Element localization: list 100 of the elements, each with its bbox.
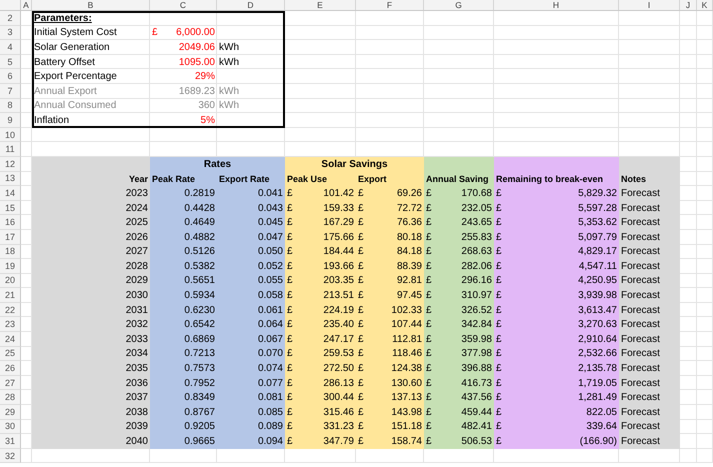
column-header[interactable]: A [21, 0, 32, 10]
table-cell: £ 76.36 [356, 215, 424, 230]
table-cell: £ 1,719.05 [494, 376, 619, 390]
row-number[interactable]: 7 [0, 84, 21, 99]
column-header[interactable]: K [697, 0, 713, 10]
table-cell: 0.094 [217, 434, 285, 449]
row-number[interactable]: 18 [0, 244, 21, 260]
column-heading: Export [356, 172, 424, 186]
table-cell: £ 124.38 [356, 361, 424, 376]
table-cell: £ 88.39 [356, 259, 424, 274]
table-cell: £ 193.66 [285, 259, 356, 274]
table-cell: £ 339.64 [494, 420, 619, 434]
row-number[interactable]: 9 [0, 113, 21, 128]
row-number[interactable]: 29 [0, 405, 21, 420]
table-cell: 2025 [32, 215, 150, 230]
column-header[interactable]: E [285, 0, 356, 10]
table-cell: £ 97.45 [356, 288, 424, 303]
table-cell: 0.047 [217, 230, 285, 244]
row-number[interactable]: 28 [0, 390, 21, 406]
section-title: Parameters: [33, 12, 93, 26]
column-header[interactable]: B [32, 0, 150, 10]
table-cell: £ 175.66 [285, 230, 356, 244]
column-header[interactable]: J [680, 0, 697, 10]
row-number[interactable]: 20 [0, 274, 21, 288]
row-number[interactable]: 21 [0, 288, 21, 303]
row-number[interactable]: 15 [0, 200, 21, 216]
table-cell: £ 347.79 [285, 434, 356, 449]
table-cell: 2026 [32, 230, 150, 244]
parameter-value: 1689.23 [178, 84, 216, 99]
row-number[interactable]: 25 [0, 346, 21, 362]
row-number[interactable]: 5 [0, 54, 21, 70]
table-cell: £ 130.60 [356, 376, 424, 390]
table-cell: 2023 [32, 186, 150, 201]
row-number[interactable]: 22 [0, 302, 21, 318]
parameter-value: 5% [200, 114, 216, 128]
row-number[interactable]: 30 [0, 420, 21, 434]
table-cell: 0.8767 [150, 405, 217, 420]
table-cell: £ 4,547.11 [494, 259, 619, 274]
column-header[interactable]: F [356, 0, 424, 10]
table-cell: £ 286.13 [285, 376, 356, 390]
table-cell: £ 396.88 [424, 361, 494, 376]
row-number[interactable]: 12 [0, 156, 21, 172]
row-number[interactable]: 19 [0, 259, 21, 274]
row-number[interactable]: 26 [0, 361, 21, 376]
table-cell: £ 300.44 [285, 390, 356, 406]
row-number[interactable]: 27 [0, 376, 21, 390]
column-header[interactable]: H [494, 0, 619, 10]
table-cell: £ 72.72 [356, 200, 424, 216]
row-number[interactable]: 14 [0, 186, 21, 201]
parameter-label: Inflation [33, 114, 70, 128]
table-cell: 0.055 [217, 274, 285, 288]
table-cell: Forecast [619, 420, 680, 434]
table-cell: 2040 [32, 434, 150, 449]
table-cell: £ 259.53 [285, 346, 356, 362]
table-cell: 0.8349 [150, 390, 217, 406]
row-number[interactable]: 11 [0, 142, 21, 157]
table-cell: Forecast [619, 317, 680, 332]
row-number[interactable]: 8 [0, 98, 21, 114]
unit-label: kWh [218, 99, 240, 114]
column-heading: Peak Rate [150, 172, 217, 186]
row-number[interactable]: 10 [0, 128, 21, 142]
column-header[interactable]: G [424, 0, 494, 10]
table-cell: 0.5934 [150, 288, 217, 303]
table-cell: Forecast [619, 405, 680, 420]
table-cell: £ 5,597.28 [494, 200, 619, 216]
table-cell: £ 112.81 [356, 332, 424, 347]
parameter-label: Annual Export [33, 84, 98, 99]
table-cell: 0.5651 [150, 274, 217, 288]
column-header[interactable]: I [619, 0, 680, 10]
row-number[interactable]: 3 [0, 26, 21, 40]
table-cell: 0.081 [217, 390, 285, 406]
table-cell: 0.5126 [150, 244, 217, 260]
table-cell: £ 224.19 [285, 302, 356, 318]
row-number[interactable]: 31 [0, 434, 21, 449]
table-cell: 0.6869 [150, 332, 217, 347]
table-cell: Forecast [619, 274, 680, 288]
parameter-value: 360 [197, 99, 216, 114]
row-number[interactable]: 23 [0, 317, 21, 332]
table-cell: £ 2,910.64 [494, 332, 619, 347]
table-cell: 2033 [32, 332, 150, 347]
row-number[interactable]: 13 [0, 172, 21, 186]
row-number[interactable]: 6 [0, 69, 21, 84]
table-cell: 0.058 [217, 288, 285, 303]
table-cell: £ 359.98 [424, 332, 494, 347]
row-number[interactable]: 24 [0, 332, 21, 347]
unit-label: kWh [218, 40, 240, 55]
table-cell: £ 170.68 [424, 186, 494, 201]
shaded-cell [619, 156, 680, 172]
table-cell: Forecast [619, 302, 680, 318]
column-header[interactable]: C [150, 0, 217, 10]
column-header[interactable]: D [217, 0, 285, 10]
row-number[interactable]: 17 [0, 230, 21, 244]
row-number[interactable]: 4 [0, 40, 21, 55]
row-number[interactable]: 16 [0, 215, 21, 230]
row-number[interactable]: 32 [0, 448, 21, 464]
table-cell: £ 243.65 [424, 215, 494, 230]
table-cell: £ 342.84 [424, 317, 494, 332]
table-cell: £ 5,097.79 [494, 230, 619, 244]
table-cell: £ 184.44 [285, 244, 356, 260]
row-number[interactable]: 2 [0, 11, 21, 26]
